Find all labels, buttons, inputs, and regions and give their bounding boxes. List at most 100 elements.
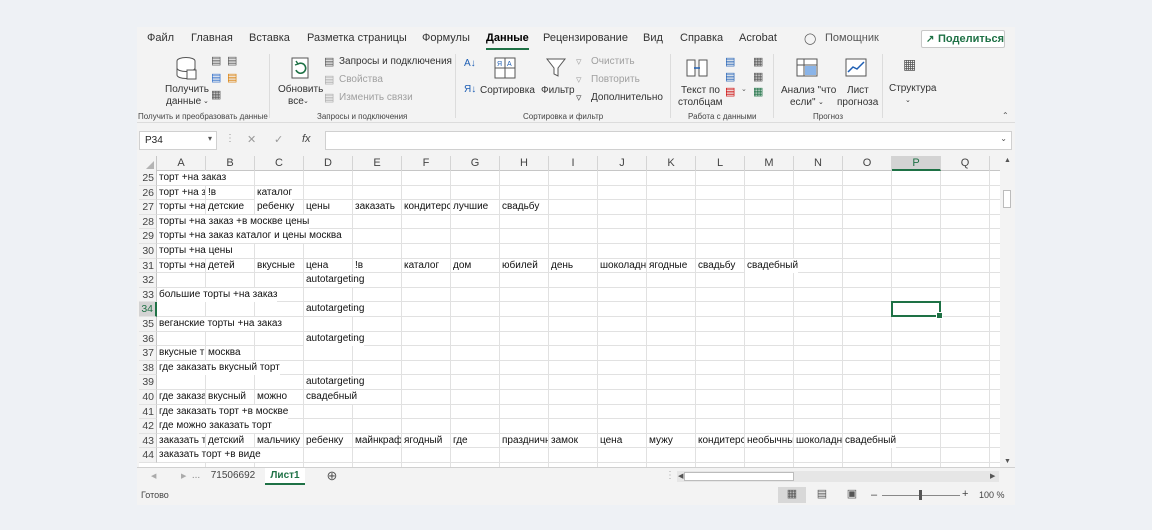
tab-help[interactable]: Справка	[680, 32, 723, 44]
cell-h27[interactable]: свадьбу	[500, 200, 540, 215]
row-header-25[interactable]: 25	[139, 171, 157, 186]
cell-m31[interactable]: свадебный	[745, 258, 799, 273]
edit-links-button[interactable]: Изменить связи	[339, 92, 413, 104]
select-all-button[interactable]	[139, 156, 157, 171]
tab-home[interactable]: Главная	[191, 32, 233, 44]
column-header-c[interactable]: C	[255, 156, 304, 171]
column-header-m[interactable]: M	[745, 156, 794, 171]
row-header-33[interactable]: 33	[139, 287, 157, 303]
scroll-up-icon[interactable]: ▲	[1004, 157, 1011, 164]
cell-c31[interactable]: вкусные	[255, 259, 303, 273]
collapse-ribbon-icon[interactable]: ⌃	[1002, 110, 1009, 122]
column-header-f[interactable]: F	[402, 156, 451, 171]
tab-insert[interactable]: Вставка	[249, 32, 290, 44]
row-header-30[interactable]: 30	[139, 244, 157, 259]
relationships-icon[interactable]: ▦	[753, 70, 763, 83]
column-header-b[interactable]: B	[206, 156, 255, 171]
row-header-27[interactable]: 27	[139, 200, 157, 215]
enter-icon[interactable]: ✓	[274, 133, 283, 146]
from-table-icon[interactable]: ▤	[211, 71, 221, 84]
zoom-level[interactable]: 100 %	[979, 490, 1005, 500]
share-button[interactable]: ↗ Поделиться	[921, 30, 1005, 48]
from-web-icon[interactable]: ▤	[227, 54, 237, 67]
column-header-k[interactable]: K	[647, 156, 696, 171]
cell-j31[interactable]: шоколадн	[598, 259, 646, 273]
scroll-right-icon[interactable]: ▶	[990, 472, 995, 480]
cell-b31[interactable]: детей	[206, 259, 254, 273]
formula-input[interactable]: ⌄	[325, 131, 1012, 150]
sheet-tabs-ellipsis[interactable]: ...	[191, 468, 201, 485]
row-header-28[interactable]: 28	[139, 214, 157, 230]
column-header-p[interactable]: P	[892, 156, 941, 171]
column-header-q[interactable]: Q	[941, 156, 990, 171]
cell-b37[interactable]: москва	[206, 346, 241, 361]
cell-c27[interactable]: ребенку	[255, 200, 303, 214]
cell-h43[interactable]: праздничн	[500, 434, 548, 448]
data-model-icon[interactable]: ▦	[753, 85, 763, 98]
vertical-scroll-thumb[interactable]	[1003, 190, 1011, 208]
horizontal-scrollbar[interactable]: ◀ ▶	[677, 471, 999, 482]
cell-f43[interactable]: ягодный	[402, 434, 450, 448]
cell-d39[interactable]: autotargeting	[304, 375, 365, 390]
column-header-n[interactable]: N	[794, 156, 843, 171]
consolidate-icon[interactable]: ▦	[753, 55, 763, 68]
cell-a38[interactable]: где заказать вкусный торт	[157, 360, 280, 375]
tab-acrobat[interactable]: Acrobat	[739, 32, 777, 44]
from-text-icon[interactable]: ▤	[211, 54, 221, 67]
row-header-32[interactable]: 32	[139, 273, 157, 288]
cell-c43[interactable]: мальчику	[255, 434, 303, 448]
cell-a35[interactable]: веганские торты +на заказ	[157, 317, 282, 331]
column-header-l[interactable]: L	[696, 156, 745, 171]
forecast-sheet-button[interactable]: Лист	[847, 85, 869, 97]
tab-review[interactable]: Рецензирование	[543, 32, 628, 44]
cell-b43[interactable]: детский	[206, 434, 254, 448]
cell-f27[interactable]: кондитерс	[402, 200, 450, 214]
row-header-31[interactable]: 31	[139, 258, 157, 274]
column-header-h[interactable]: H	[500, 156, 549, 171]
row-header-34[interactable]: 34	[139, 302, 157, 317]
cell-l31[interactable]: свадьбу	[696, 259, 744, 273]
flash-fill-icon[interactable]: ▤	[725, 55, 735, 68]
refresh-all-button-line2[interactable]: все	[288, 96, 304, 108]
page-layout-view-icon[interactable]: ▤	[808, 487, 836, 503]
cell-b40[interactable]: вкусный	[206, 390, 254, 404]
advanced-button[interactable]: Дополнительно	[591, 92, 663, 104]
cell-e43[interactable]: майнкраф	[353, 434, 401, 448]
scroll-left-icon[interactable]: ◀	[678, 472, 683, 480]
row-header-42[interactable]: 42	[139, 419, 157, 434]
column-header-j[interactable]: J	[598, 156, 647, 171]
recent-sources-icon[interactable]: ▤	[227, 71, 237, 84]
cell-a25[interactable]: торт +на заказ	[157, 171, 227, 185]
queries-connections-button[interactable]: Запросы и подключения	[339, 56, 452, 68]
cell-g31[interactable]: дом	[451, 259, 499, 273]
cell-i43[interactable]: замок	[549, 434, 597, 448]
cell-g43[interactable]: где	[451, 434, 499, 448]
filter-button[interactable]: Фильтр	[541, 85, 575, 97]
tell-me-search[interactable]: Помощник	[825, 32, 879, 44]
cell-k43[interactable]: мужу	[647, 434, 695, 448]
cancel-icon[interactable]: ✕	[247, 133, 256, 146]
page-break-view-icon[interactable]: ▣	[838, 487, 866, 503]
row-header-40[interactable]: 40	[139, 390, 157, 405]
cell-a30[interactable]: торты +на цены	[157, 244, 233, 258]
prev-sheet-icon[interactable]: ◀	[151, 472, 156, 480]
cell-d27[interactable]: цены	[304, 200, 352, 214]
cell-b26[interactable]: !в	[206, 186, 254, 200]
cell-a26[interactable]: торт +на з	[157, 186, 205, 200]
zoom-out-icon[interactable]: –	[871, 489, 877, 501]
refresh-all-button[interactable]: Обновить	[278, 84, 323, 96]
cell-i31[interactable]: день	[549, 259, 597, 273]
cell-area[interactable]: торт +на заказ торт +на з !в каталог торты +…	[157, 171, 1000, 469]
vertical-scrollbar[interactable]: ▲ ▼	[1001, 156, 1013, 469]
column-header-d[interactable]: D	[304, 156, 353, 171]
normal-view-icon[interactable]: ▦	[778, 487, 806, 503]
tab-view[interactable]: Вид	[643, 32, 663, 44]
clear-button[interactable]: Очистить	[591, 56, 635, 68]
column-header-o[interactable]: O	[843, 156, 892, 171]
cell-k31[interactable]: ягодные	[647, 259, 695, 273]
remove-duplicates-icon[interactable]: ▤	[725, 70, 735, 83]
horizontal-scroll-thumb[interactable]	[684, 472, 794, 481]
cell-c40[interactable]: можно	[255, 390, 303, 404]
cell-d43[interactable]: ребенку	[304, 434, 352, 448]
column-header-e[interactable]: E	[353, 156, 402, 171]
